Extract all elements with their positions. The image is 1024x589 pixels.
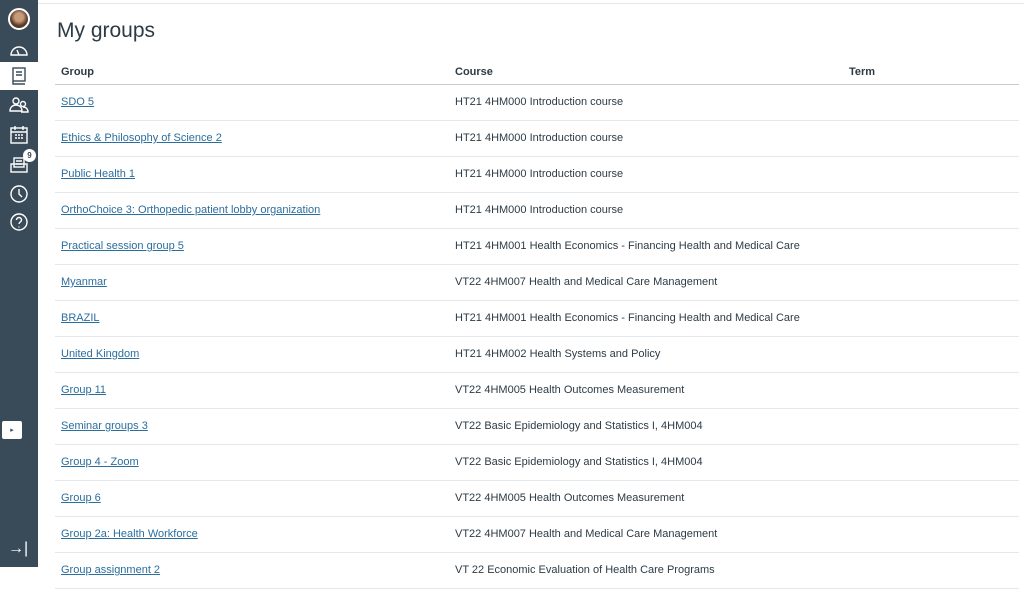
group-cell: Group 11 [55, 372, 449, 408]
nav-history[interactable] [0, 181, 38, 207]
group-cell: Myanmar [55, 264, 449, 300]
group-cell: Ethics & Philosophy of Science 2 [55, 120, 449, 156]
group-link[interactable]: Group 6 [61, 492, 101, 504]
course-cell: VT22 Basic Epidemiology and Statistics I… [449, 408, 843, 444]
term-cell [843, 156, 1019, 192]
course-cell: VT22 4HM007 Health and Medical Care Mana… [449, 264, 843, 300]
term-cell [843, 372, 1019, 408]
group-cell: Practical session group 5 [55, 228, 449, 264]
group-link[interactable]: Group 4 - Zoom [61, 456, 139, 468]
course-cell: VT22 4HM005 Health Outcomes Measurement [449, 480, 843, 516]
term-cell [843, 516, 1019, 552]
page-title: My groups [57, 19, 155, 43]
group-link[interactable]: United Kingdom [61, 348, 139, 360]
term-cell [843, 408, 1019, 444]
course-cell: VT22 Basic Epidemiology and Statistics I… [449, 444, 843, 480]
table-row: Group 11 VT22 4HM005 Health Outcomes Meas… [55, 372, 1019, 408]
table-row: Group 4 - Zoom VT22 Basic Epidemiology an… [55, 444, 1019, 480]
group-link[interactable]: Group 11 [61, 384, 106, 396]
course-cell: HT21 4HM000 Introduction course [449, 192, 843, 228]
term-cell [843, 120, 1019, 156]
group-cell: BRAZIL [55, 300, 449, 336]
group-link[interactable]: Practical session group 5 [61, 240, 184, 252]
inbox-badge: 9 [23, 149, 36, 162]
avatar [8, 8, 30, 30]
expand-button[interactable]: ▸ [2, 421, 22, 439]
group-link[interactable]: Public Health 1 [61, 168, 135, 180]
term-cell [843, 84, 1019, 120]
nav-dashboard[interactable] [0, 37, 38, 63]
group-link[interactable]: Group assignment 2 [61, 564, 160, 576]
group-cell: Public Health 1 [55, 156, 449, 192]
book-icon [9, 66, 29, 86]
group-cell: Group assignment 2 [55, 552, 449, 588]
help-icon [9, 212, 29, 232]
groups-icon [9, 95, 29, 115]
table-row: Myanmar VT22 4HM007 Health and Medical Ca… [55, 264, 1019, 300]
nav-help[interactable] [0, 209, 38, 235]
table-row: Group 2a: Health Workforce VT22 4HM007 He… [55, 516, 1019, 552]
table-row: SDO 5 HT21 4HM000 Introduction course [55, 84, 1019, 120]
column-header-group: Group [55, 61, 449, 84]
column-header-term: Term [843, 61, 1019, 84]
table-row: Public Health 1 HT21 4HM000 Introduction … [55, 156, 1019, 192]
group-cell: United Kingdom [55, 336, 449, 372]
group-link[interactable]: Group 2a: Health Workforce [61, 528, 198, 540]
course-cell: HT21 4HM001 Health Economics - Financing… [449, 300, 843, 336]
term-cell [843, 192, 1019, 228]
calendar-icon [9, 125, 29, 145]
group-link[interactable]: OrthoChoice 3: Orthopedic patient lobby … [61, 204, 320, 216]
term-cell [843, 336, 1019, 372]
group-cell: Group 6 [55, 480, 449, 516]
course-cell: HT21 4HM002 Health Systems and Policy [449, 336, 843, 372]
group-link[interactable]: BRAZIL [61, 312, 100, 324]
table-row: Group 6 VT22 4HM005 Health Outcomes Measu… [55, 480, 1019, 516]
divider [38, 3, 1024, 4]
group-cell: Seminar groups 3 [55, 408, 449, 444]
group-cell: Group 4 - Zoom [55, 444, 449, 480]
group-cell: Group 2a: Health Workforce [55, 516, 449, 552]
column-header-course: Course [449, 61, 843, 84]
table-row: Practical session group 5 HT21 4HM001 Hea… [55, 228, 1019, 264]
group-link[interactable]: Myanmar [61, 276, 107, 288]
term-cell [843, 480, 1019, 516]
term-cell [843, 552, 1019, 588]
table-row: BRAZIL HT21 4HM001 Health Economics - Fin… [55, 300, 1019, 336]
nav-inbox[interactable]: 9 [0, 152, 38, 178]
group-link[interactable]: SDO 5 [61, 96, 94, 108]
nav-calendar[interactable] [0, 122, 38, 148]
term-cell [843, 228, 1019, 264]
nav-account[interactable] [0, 6, 38, 32]
course-cell: HT21 4HM001 Health Economics - Financing… [449, 228, 843, 264]
course-cell: VT22 4HM007 Health and Medical Care Mana… [449, 516, 843, 552]
term-cell [843, 300, 1019, 336]
group-cell: SDO 5 [55, 84, 449, 120]
course-cell: HT21 4HM000 Introduction course [449, 120, 843, 156]
course-cell: HT21 4HM000 Introduction course [449, 84, 843, 120]
dashboard-icon [9, 40, 29, 60]
course-cell: VT22 4HM005 Health Outcomes Measurement [449, 372, 843, 408]
table-row: Seminar groups 3 VT22 Basic Epidemiology … [55, 408, 1019, 444]
term-cell [843, 264, 1019, 300]
group-link[interactable]: Seminar groups 3 [61, 420, 148, 432]
groups-table: Group Course Term SDO 5 HT21 4HM000 Intro… [55, 61, 1019, 589]
table-row: OrthoChoice 3: Orthopedic patient lobby … [55, 192, 1019, 228]
term-cell [843, 444, 1019, 480]
table-row: Ethics & Philosophy of Science 2 HT21 4HM… [55, 120, 1019, 156]
table-row: United Kingdom HT21 4HM002 Health Systems… [55, 336, 1019, 372]
course-cell: HT21 4HM000 Introduction course [449, 156, 843, 192]
group-link[interactable]: Ethics & Philosophy of Science 2 [61, 132, 222, 144]
collapse-nav-icon[interactable]: →| [8, 540, 28, 558]
group-cell: OrthoChoice 3: Orthopedic patient lobby … [55, 192, 449, 228]
course-cell: VT 22 Economic Evaluation of Health Care… [449, 552, 843, 588]
nav-courses[interactable] [0, 62, 38, 90]
table-row: Group assignment 2 VT 22 Economic Evaluat… [55, 552, 1019, 588]
global-nav-sidebar: 9 ▸ →| [0, 0, 38, 567]
clock-icon [9, 184, 29, 204]
nav-groups[interactable] [0, 92, 38, 118]
